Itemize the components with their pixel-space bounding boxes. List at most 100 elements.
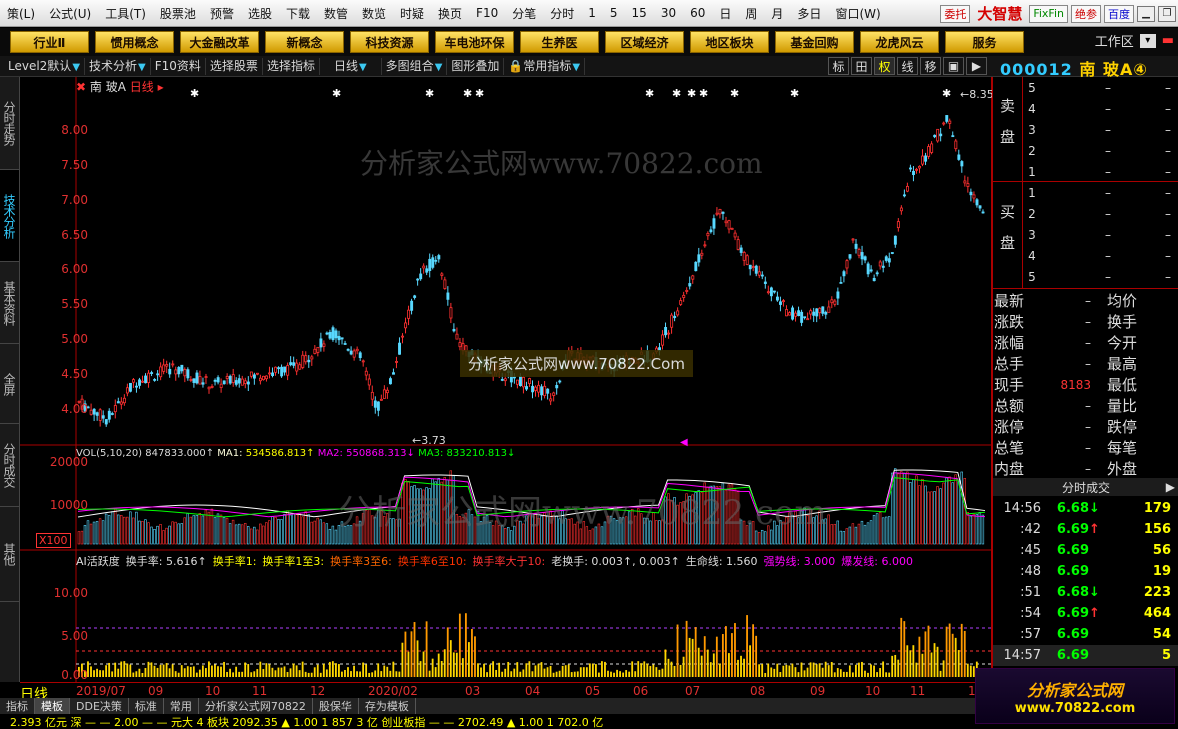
sector-button[interactable]: 行业Ⅱ bbox=[10, 31, 89, 53]
menu-item[interactable]: 预警 bbox=[203, 5, 241, 22]
tick-time: :51 bbox=[1020, 585, 1041, 600]
f10-data[interactable]: F10资料 bbox=[151, 57, 206, 75]
ai-bar bbox=[250, 672, 253, 677]
bottom-tab[interactable]: DDE决策 bbox=[70, 698, 129, 714]
view-tab[interactable]: 田 bbox=[851, 57, 872, 75]
view-tab[interactable]: ▶ bbox=[966, 57, 987, 75]
sector-button[interactable]: 生养医 bbox=[520, 31, 599, 53]
sector-button[interactable]: 惯用概念 bbox=[95, 31, 174, 53]
select-stock[interactable]: 选择股票 bbox=[206, 57, 263, 75]
ai-bar bbox=[897, 659, 900, 677]
select-indicator[interactable]: 选择指标 bbox=[263, 57, 320, 75]
chart-area[interactable]: ✱ ✱ ✱ ✱ ✱ ✱ ✱ ✱ ✱ ✱ ✱ ✱ ◀ ✖ 南 玻A 日线 ▸ 分析家公式网www.7082… bbox=[20, 77, 994, 682]
ai-bar bbox=[867, 672, 869, 677]
volume-bar bbox=[927, 491, 930, 545]
ticks-header[interactable]: 分时成交 ▶ bbox=[993, 478, 1178, 496]
sector-button[interactable]: 地区板块 bbox=[690, 31, 769, 53]
volume-bar bbox=[107, 515, 111, 545]
menu-item[interactable]: 15 bbox=[625, 6, 654, 20]
menu-item[interactable]: 下载 bbox=[279, 5, 317, 22]
juecan-button[interactable]: 绝参 bbox=[1071, 4, 1101, 23]
minimize-icon[interactable]: ▁ bbox=[1137, 5, 1155, 22]
menu-item[interactable]: 股票池 bbox=[153, 5, 203, 22]
menu-item[interactable]: 策(L) bbox=[0, 5, 42, 22]
bottom-tab[interactable]: 模板 bbox=[35, 698, 70, 714]
menu-item[interactable]: 数览 bbox=[355, 5, 393, 22]
volume-bar bbox=[174, 521, 177, 545]
menu-item[interactable]: 数管 bbox=[317, 5, 355, 22]
kline-body bbox=[763, 281, 767, 284]
left-tab[interactable]: 分时走势 bbox=[0, 77, 19, 170]
sector-button[interactable]: 龙虎风云 bbox=[860, 31, 939, 53]
volume-bar bbox=[860, 520, 864, 545]
bottom-tab[interactable]: 存为模板 bbox=[359, 698, 416, 714]
menu-item[interactable]: 周 bbox=[738, 5, 764, 22]
sector-button[interactable]: 大金融改革 bbox=[180, 31, 259, 53]
kline-body bbox=[437, 255, 441, 260]
workzone-label[interactable]: 工作区 bbox=[1095, 31, 1134, 50]
left-tab[interactable]: 全屏 bbox=[0, 344, 19, 424]
menu-item[interactable]: 分笔 bbox=[505, 5, 543, 22]
kline-body bbox=[924, 155, 928, 162]
view-tab[interactable]: ▣ bbox=[943, 57, 964, 75]
volume-bar bbox=[924, 485, 927, 545]
period-daily[interactable]: 日线▼ bbox=[320, 57, 382, 75]
ai-bar bbox=[637, 661, 640, 677]
menu-item[interactable]: 时疑 bbox=[393, 5, 431, 22]
entrust-button[interactable]: 委托 bbox=[940, 4, 971, 23]
menu-item[interactable]: F10 bbox=[469, 6, 505, 20]
ai-bar bbox=[129, 664, 132, 677]
menu-item[interactable]: 月 bbox=[764, 5, 790, 22]
menu-item[interactable]: 30 bbox=[654, 6, 683, 20]
left-tab[interactable]: 技术分析 bbox=[0, 170, 19, 262]
menu-item[interactable]: 5 bbox=[603, 6, 625, 20]
menu-item[interactable]: 60 bbox=[683, 6, 712, 20]
kline-body bbox=[298, 364, 302, 370]
ob-volume: – bbox=[1165, 80, 1171, 95]
baidu-button[interactable]: 百度 bbox=[1104, 4, 1134, 23]
menu-item[interactable]: 日 bbox=[712, 5, 738, 22]
menu-item[interactable]: 换页 bbox=[431, 5, 469, 22]
fixfin-button[interactable]: FixFin bbox=[1029, 4, 1068, 23]
restore-icon[interactable]: ❐ bbox=[1158, 5, 1176, 22]
menu-item[interactable]: 分时 bbox=[543, 5, 581, 22]
bottom-tab[interactable]: 常用 bbox=[164, 698, 199, 714]
menu-item[interactable]: 选股 bbox=[241, 5, 279, 22]
sector-button[interactable]: 车电池环保 bbox=[435, 31, 514, 53]
sector-button[interactable]: 基金回购 bbox=[775, 31, 854, 53]
left-tab[interactable]: 基本资料 bbox=[0, 262, 19, 344]
multi-chart[interactable]: 多图组合▼ bbox=[382, 57, 448, 75]
level2-default[interactable]: Level2默认▼ bbox=[4, 57, 86, 75]
bottom-tab[interactable]: 标准 bbox=[129, 698, 164, 714]
left-tab[interactable]: 分时成交 bbox=[0, 424, 19, 507]
kline-body bbox=[540, 386, 544, 396]
view-tab[interactable]: 权 bbox=[874, 57, 895, 75]
menu-item[interactable]: 公式(U) bbox=[42, 5, 98, 22]
workzone-toggle-icon[interactable]: ▾ bbox=[1139, 33, 1156, 48]
play-icon[interactable]: ▶ bbox=[1166, 480, 1175, 494]
close-icon[interactable]: ▬ bbox=[1162, 33, 1174, 48]
sector-button[interactable]: 区域经济 bbox=[605, 31, 684, 53]
menu-item[interactable]: 窗口(W) bbox=[828, 5, 887, 22]
close-chart-icon[interactable]: ✖ bbox=[76, 80, 86, 94]
menu-item[interactable]: 工具(T) bbox=[98, 5, 153, 22]
sector-button[interactable]: 服务 bbox=[945, 31, 1024, 53]
left-tab[interactable]: 其他 bbox=[0, 507, 19, 602]
bottom-tab[interactable]: 分析家公式网70822 bbox=[199, 698, 313, 714]
quote-panel: 卖盘 5 – – 4 – – 3 – – 2 – – 1 – – 买盘 1 – – 2 – – 3 – – 4 – – 5 – – 最新… bbox=[992, 77, 1178, 714]
menu-item[interactable]: 1 bbox=[581, 6, 603, 20]
common-indicators[interactable]: 🔒常用指标▼ bbox=[504, 57, 586, 75]
view-tab[interactable]: 移 bbox=[920, 57, 941, 75]
menu-item[interactable]: 多日 bbox=[790, 5, 828, 22]
sector-button[interactable]: 科技资源 bbox=[350, 31, 429, 53]
sector-button[interactable]: 新概念 bbox=[265, 31, 344, 53]
view-tab[interactable]: 标 bbox=[828, 57, 849, 75]
tech-analysis[interactable]: 技术分析▼ bbox=[85, 57, 151, 75]
overlay[interactable]: 图形叠加 bbox=[447, 57, 505, 75]
view-tab[interactable]: 线 bbox=[897, 57, 918, 75]
bottom-tab[interactable]: 指标 bbox=[0, 698, 35, 714]
kline-body bbox=[419, 273, 423, 280]
kline-body bbox=[343, 343, 347, 345]
ai-bar bbox=[640, 663, 643, 677]
bottom-tab[interactable]: 股保华 bbox=[313, 698, 359, 714]
